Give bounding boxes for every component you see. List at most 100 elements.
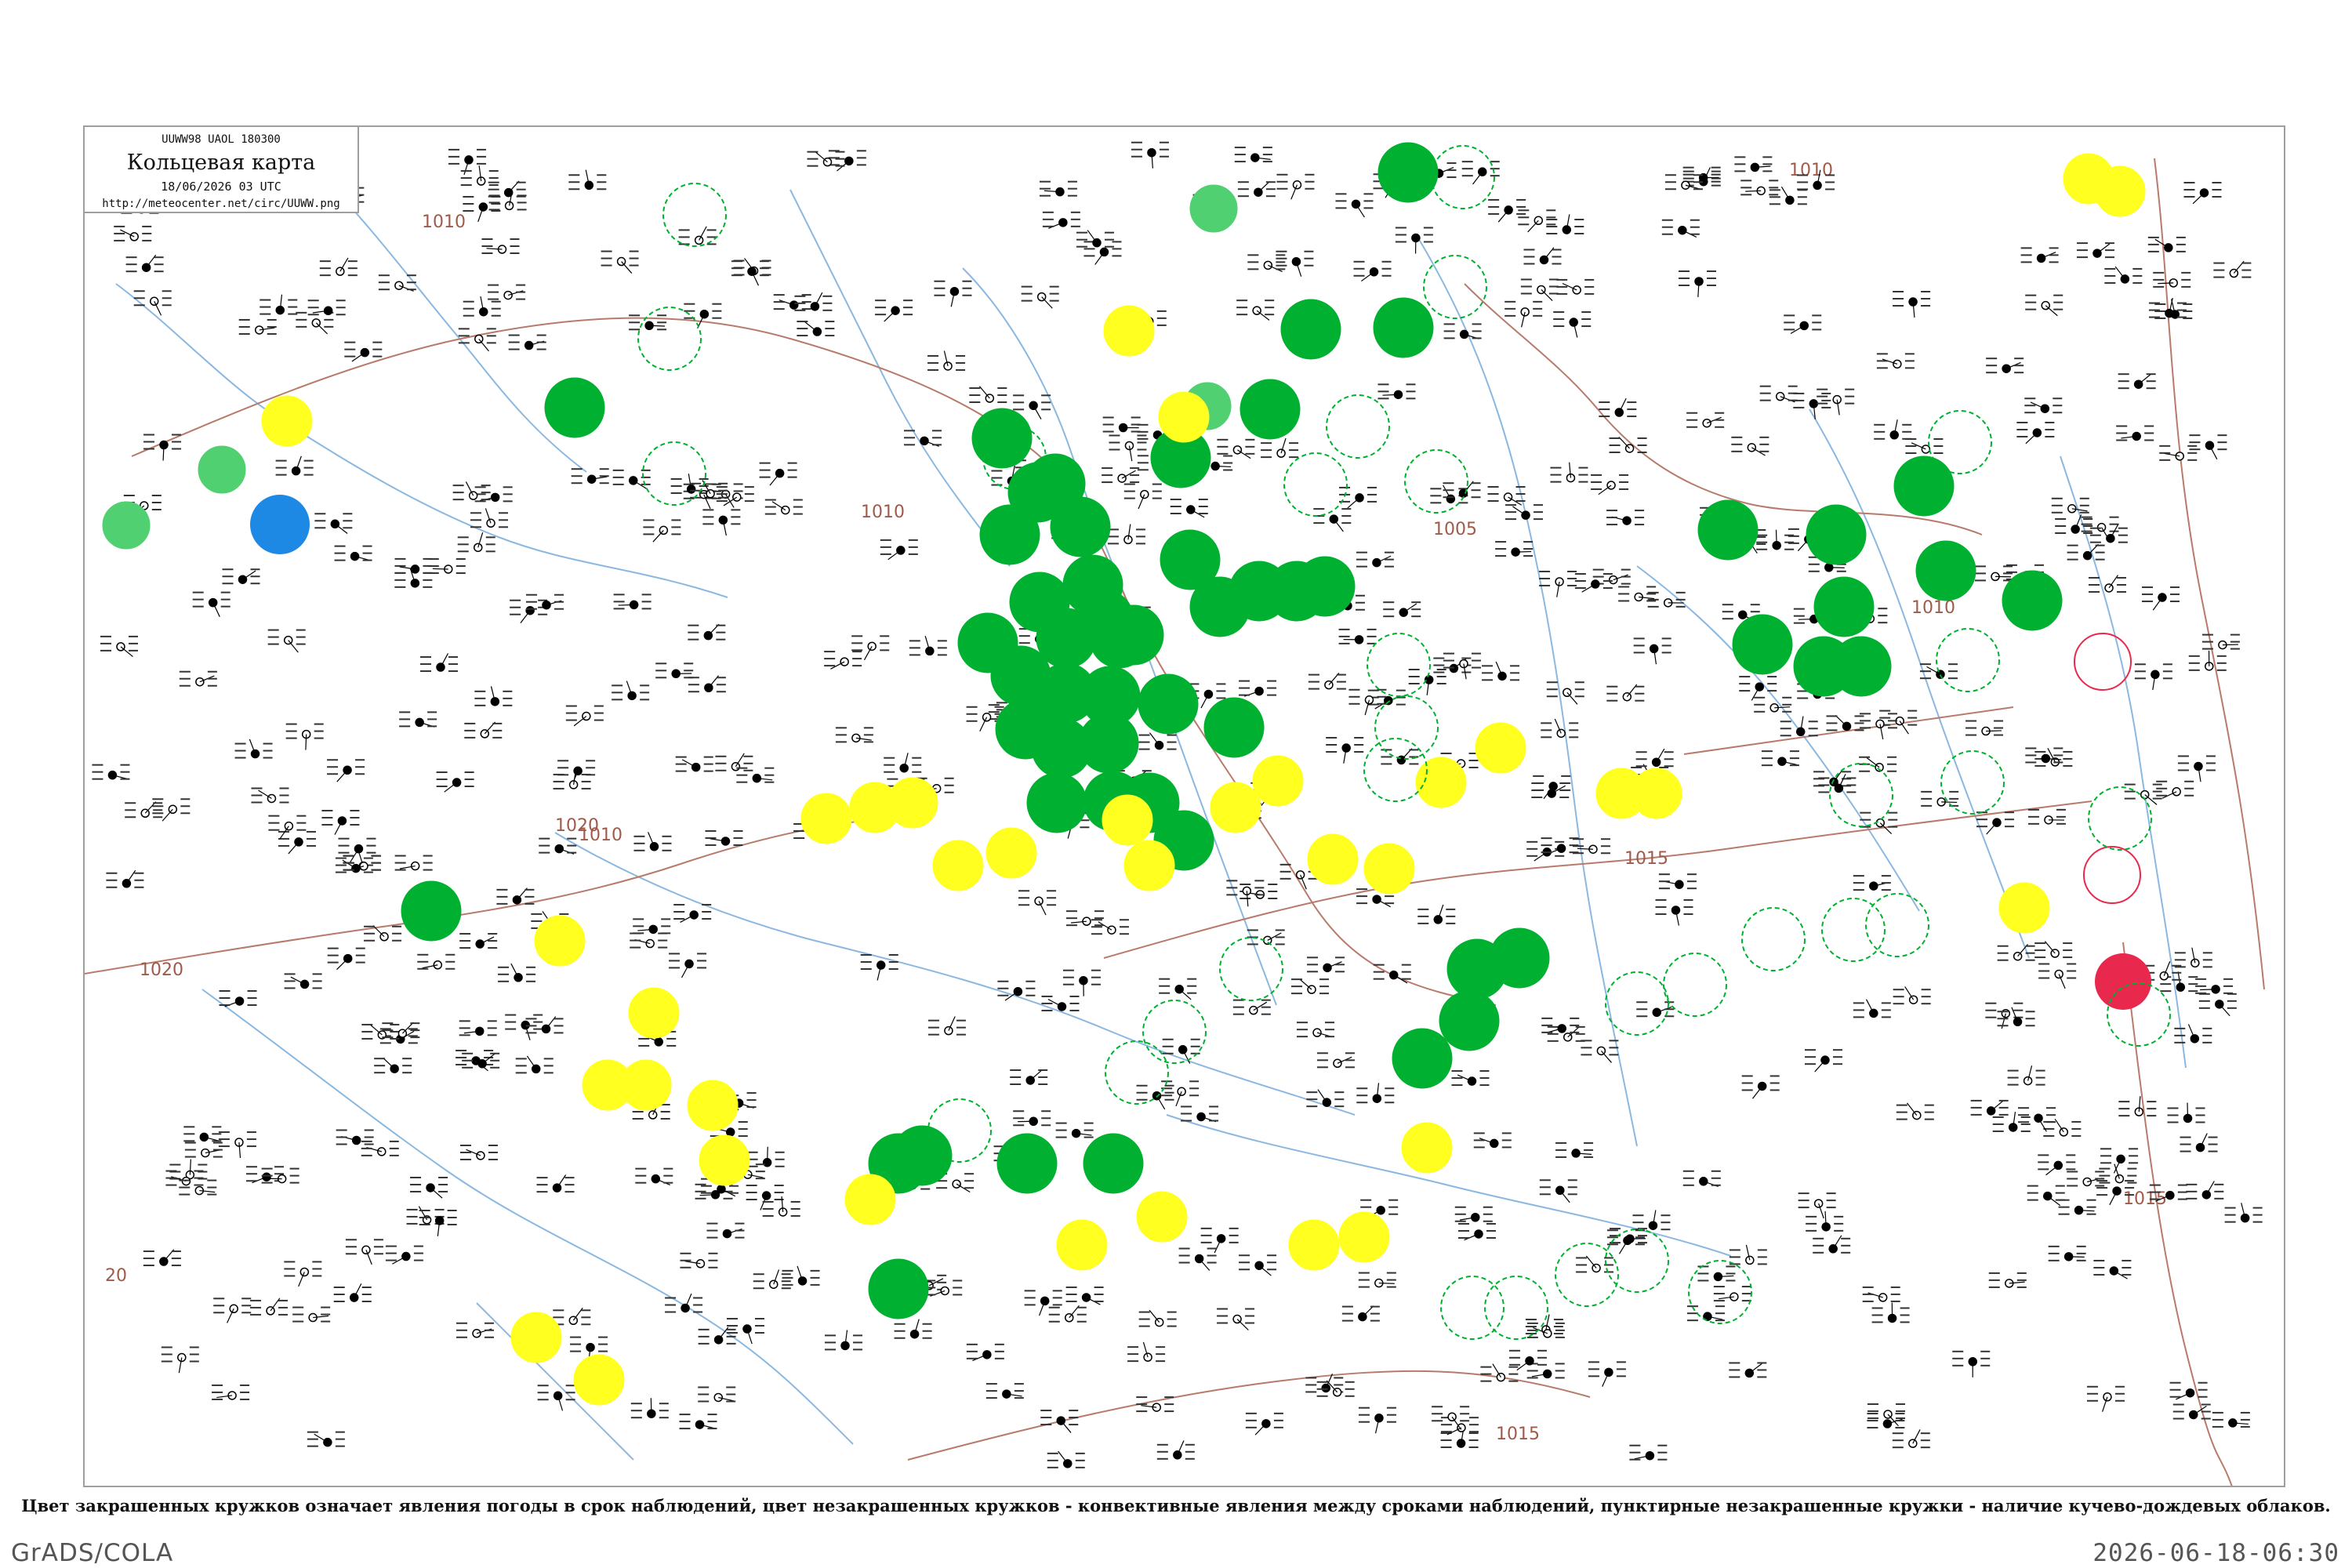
station-glyph: [251, 787, 289, 804]
station-glyph: [2147, 236, 2186, 252]
station-glyph: [1083, 241, 1122, 265]
station-glyph: [1291, 978, 1330, 995]
station-drizzle-circle: [844, 1174, 896, 1225]
station-glyph: [1440, 1417, 1479, 1436]
station-glyph: [100, 635, 138, 658]
station-glyph: [2172, 1403, 2211, 1420]
isobar-label: 1010: [1789, 161, 1833, 180]
station-glyph: [1997, 944, 2035, 961]
station-glyph: [1813, 1235, 1851, 1254]
station-glyph: [1217, 438, 1255, 459]
station-glyph: [1541, 1017, 1580, 1033]
station-glyph: [824, 651, 862, 670]
station-glyph: [630, 932, 668, 949]
station-glyph: [1679, 270, 1717, 297]
station-glyph: [1970, 1099, 2009, 1116]
station-drizzle-circle: [510, 1312, 562, 1363]
station-glyph: [1307, 956, 1345, 973]
station-glyph: [835, 727, 873, 743]
station-glyph: [1076, 230, 1114, 248]
station-rain-circle: [1078, 713, 1139, 774]
station-cb-circle: [1741, 907, 1806, 971]
station-glyph: [1734, 156, 1773, 172]
station-glyph: [612, 469, 651, 489]
station-glyph: [782, 1265, 820, 1286]
station-glyph: [851, 635, 890, 661]
station-glyph: [184, 1142, 223, 1158]
station-glyph: [1316, 1052, 1355, 1069]
station-rain-circle: [971, 408, 1033, 469]
station-glyph: [1170, 499, 1208, 518]
station-cb-circle: [1605, 971, 1669, 1036]
station-glyph: [1339, 486, 1377, 509]
station-glyph: [1661, 219, 1700, 238]
station-glyph: [2025, 294, 2063, 317]
station-glyph: [2167, 1102, 2205, 1123]
station-glyph: [1010, 1069, 1048, 1085]
station-drizzle-circle: [985, 827, 1037, 879]
station-glyph: [746, 1146, 785, 1167]
station-drizzle-circle: [573, 1354, 625, 1406]
station-glyph: [1539, 570, 1577, 597]
station-rain-circle: [2002, 570, 2063, 631]
station-glyph: [1729, 1362, 1767, 1378]
station-glyph: [1261, 437, 1299, 459]
station-glyph: [161, 1346, 199, 1374]
station-drizzle-circle: [1401, 1122, 1453, 1174]
station-glyph: [2177, 755, 2216, 782]
station-glyph: [1635, 748, 1674, 768]
station-glyph: [143, 1249, 181, 1267]
station-glyph: [2038, 963, 2077, 989]
station-glyph: [1377, 383, 1416, 400]
station-glyph: [1358, 1272, 1396, 1288]
station-glyph: [629, 314, 667, 331]
station-glyph: [884, 753, 922, 773]
station-glyph: [515, 1055, 554, 1074]
station-glyph: [213, 1298, 252, 1323]
station-glyph: [498, 963, 536, 982]
station-glyph: [2213, 260, 2252, 278]
station-glyph: [2153, 271, 2191, 288]
station-glyph: [759, 462, 797, 486]
bulletin-code: UUWW98 UAOL 180300: [162, 133, 281, 146]
station-glyph: [934, 280, 972, 307]
station-cb-circle: [1936, 628, 2000, 692]
station-glyph: [1181, 1105, 1219, 1123]
isobar-label: 1010: [1911, 598, 1955, 618]
station-rain-circle: [1240, 379, 1301, 440]
station-glyph: [1047, 1450, 1085, 1468]
station-glyph: [2183, 181, 2222, 205]
station-glyph: [1988, 1272, 2027, 1288]
station-rain-light-circle: [102, 501, 151, 550]
station-glyph: [1756, 529, 1795, 550]
station-drizzle-circle: [1363, 843, 1415, 895]
station-glyph: [268, 815, 307, 840]
station-glyph: [1383, 601, 1421, 618]
station-glyph: [655, 662, 694, 679]
station-glyph: [1632, 1210, 1671, 1231]
station-glyph: [2198, 993, 2237, 1017]
station-cb-circle: [1928, 410, 1992, 474]
station-glyph: [1905, 437, 1944, 454]
station-glyph: [481, 238, 520, 255]
station-glyph: [2169, 1381, 2208, 1400]
station-glyph: [2174, 947, 2212, 968]
station-cb-circle: [1555, 1243, 1619, 1307]
weather-map: 1010 1010 1010 1005 1015 1015 1020 1020 …: [83, 125, 2285, 1487]
station-glyph: [1048, 1305, 1087, 1323]
station-glyph: [1454, 1206, 1493, 1222]
station-glyph: [474, 486, 513, 503]
station-glyph: [1123, 483, 1162, 510]
station-glyph: [238, 318, 277, 335]
station-drizzle-circle: [1136, 1191, 1188, 1243]
isobar-label: 1010: [422, 212, 466, 232]
station-glyph: [457, 532, 495, 553]
station-glyph: [1040, 1410, 1079, 1433]
station-glyph: [1443, 323, 1482, 339]
station-glyph: [385, 1245, 423, 1265]
station-glyph: [1682, 1170, 1721, 1188]
station-glyph: [1609, 437, 1647, 453]
station-glyph: [1798, 1192, 1836, 1219]
station-glyph: [319, 257, 358, 277]
station-glyph: [1780, 716, 1818, 737]
